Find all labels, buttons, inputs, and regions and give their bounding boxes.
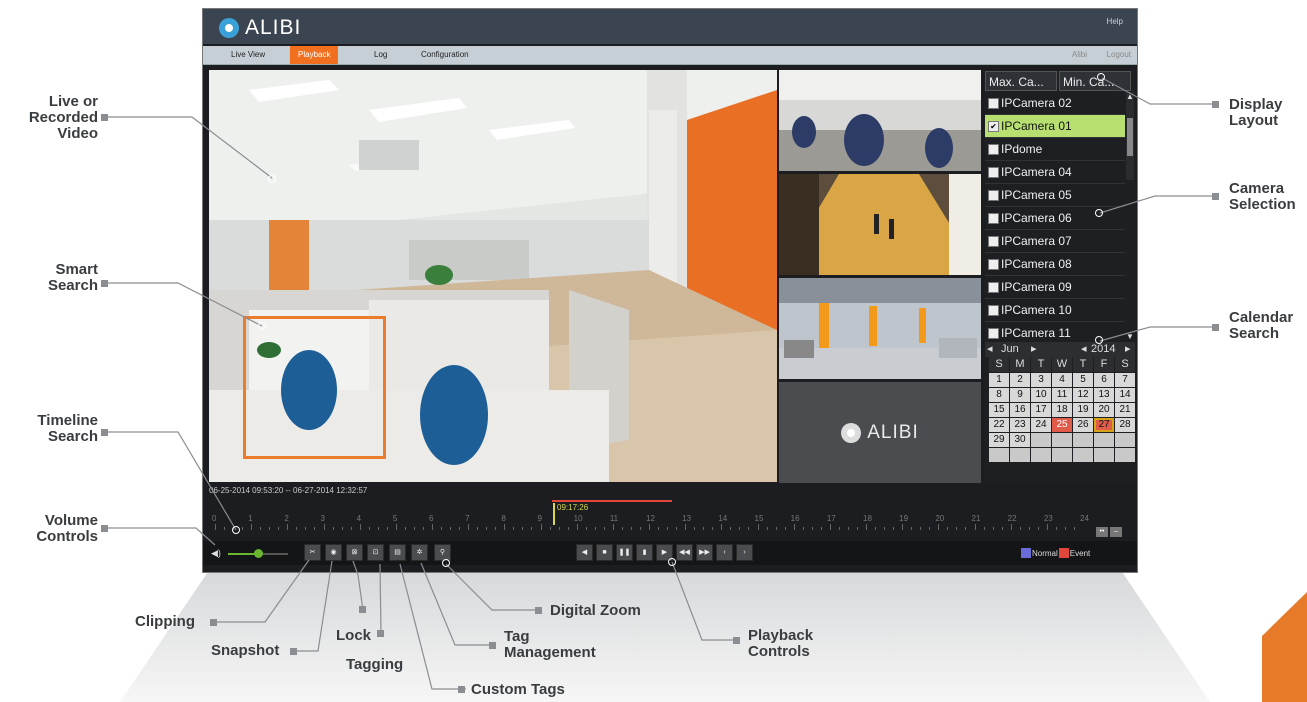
callout-square [290, 648, 297, 655]
callout-volume-controls: Volume Controls [36, 512, 98, 545]
callout-custom-tags: Custom Tags [471, 681, 565, 698]
callout-smart-search: Smart Search [47, 261, 98, 294]
callout-square [377, 630, 384, 637]
callout-lock: Lock [336, 627, 372, 644]
digital-zoom-marker [442, 559, 450, 567]
callout-square [210, 619, 217, 626]
callout-calendar-search: Calendar Search [1229, 309, 1294, 342]
callout-tagging: Tagging [346, 656, 404, 673]
callout-square [101, 429, 108, 436]
callout-clipping: Clipping [135, 613, 195, 630]
playback-marker [668, 558, 676, 566]
callout-square [535, 607, 542, 614]
callout-square [101, 114, 108, 121]
callout-square [101, 525, 108, 532]
calendar-marker [1095, 336, 1103, 344]
callout-playback-controls: Playback Controls [748, 627, 814, 660]
callout-snapshot: Snapshot [211, 642, 280, 659]
live-video-marker [268, 175, 276, 183]
timeline-marker [232, 526, 240, 534]
callout-square [733, 637, 740, 644]
smart-search-marker [258, 322, 266, 330]
callout-timeline-search: Timeline Search [37, 412, 98, 445]
callout-square [489, 642, 496, 649]
callout-square [1212, 193, 1219, 200]
callout-square [101, 280, 108, 287]
callout-live-video: Live or Recorded Video [28, 93, 98, 142]
display-layout-marker [1097, 73, 1105, 81]
callout-tag-management: Tag Management [504, 628, 596, 661]
callout-digital-zoom: Digital Zoom [550, 602, 641, 619]
callout-square [1212, 101, 1219, 108]
callout-camera-selection: Camera Selection [1229, 180, 1296, 213]
callout-square [359, 606, 366, 613]
callout-square [458, 686, 465, 693]
callout-square [1212, 324, 1219, 331]
callout-display-layout: Display Layout [1229, 96, 1283, 129]
callout-lines [108, 77, 1212, 690]
camera-selection-marker [1095, 209, 1103, 217]
